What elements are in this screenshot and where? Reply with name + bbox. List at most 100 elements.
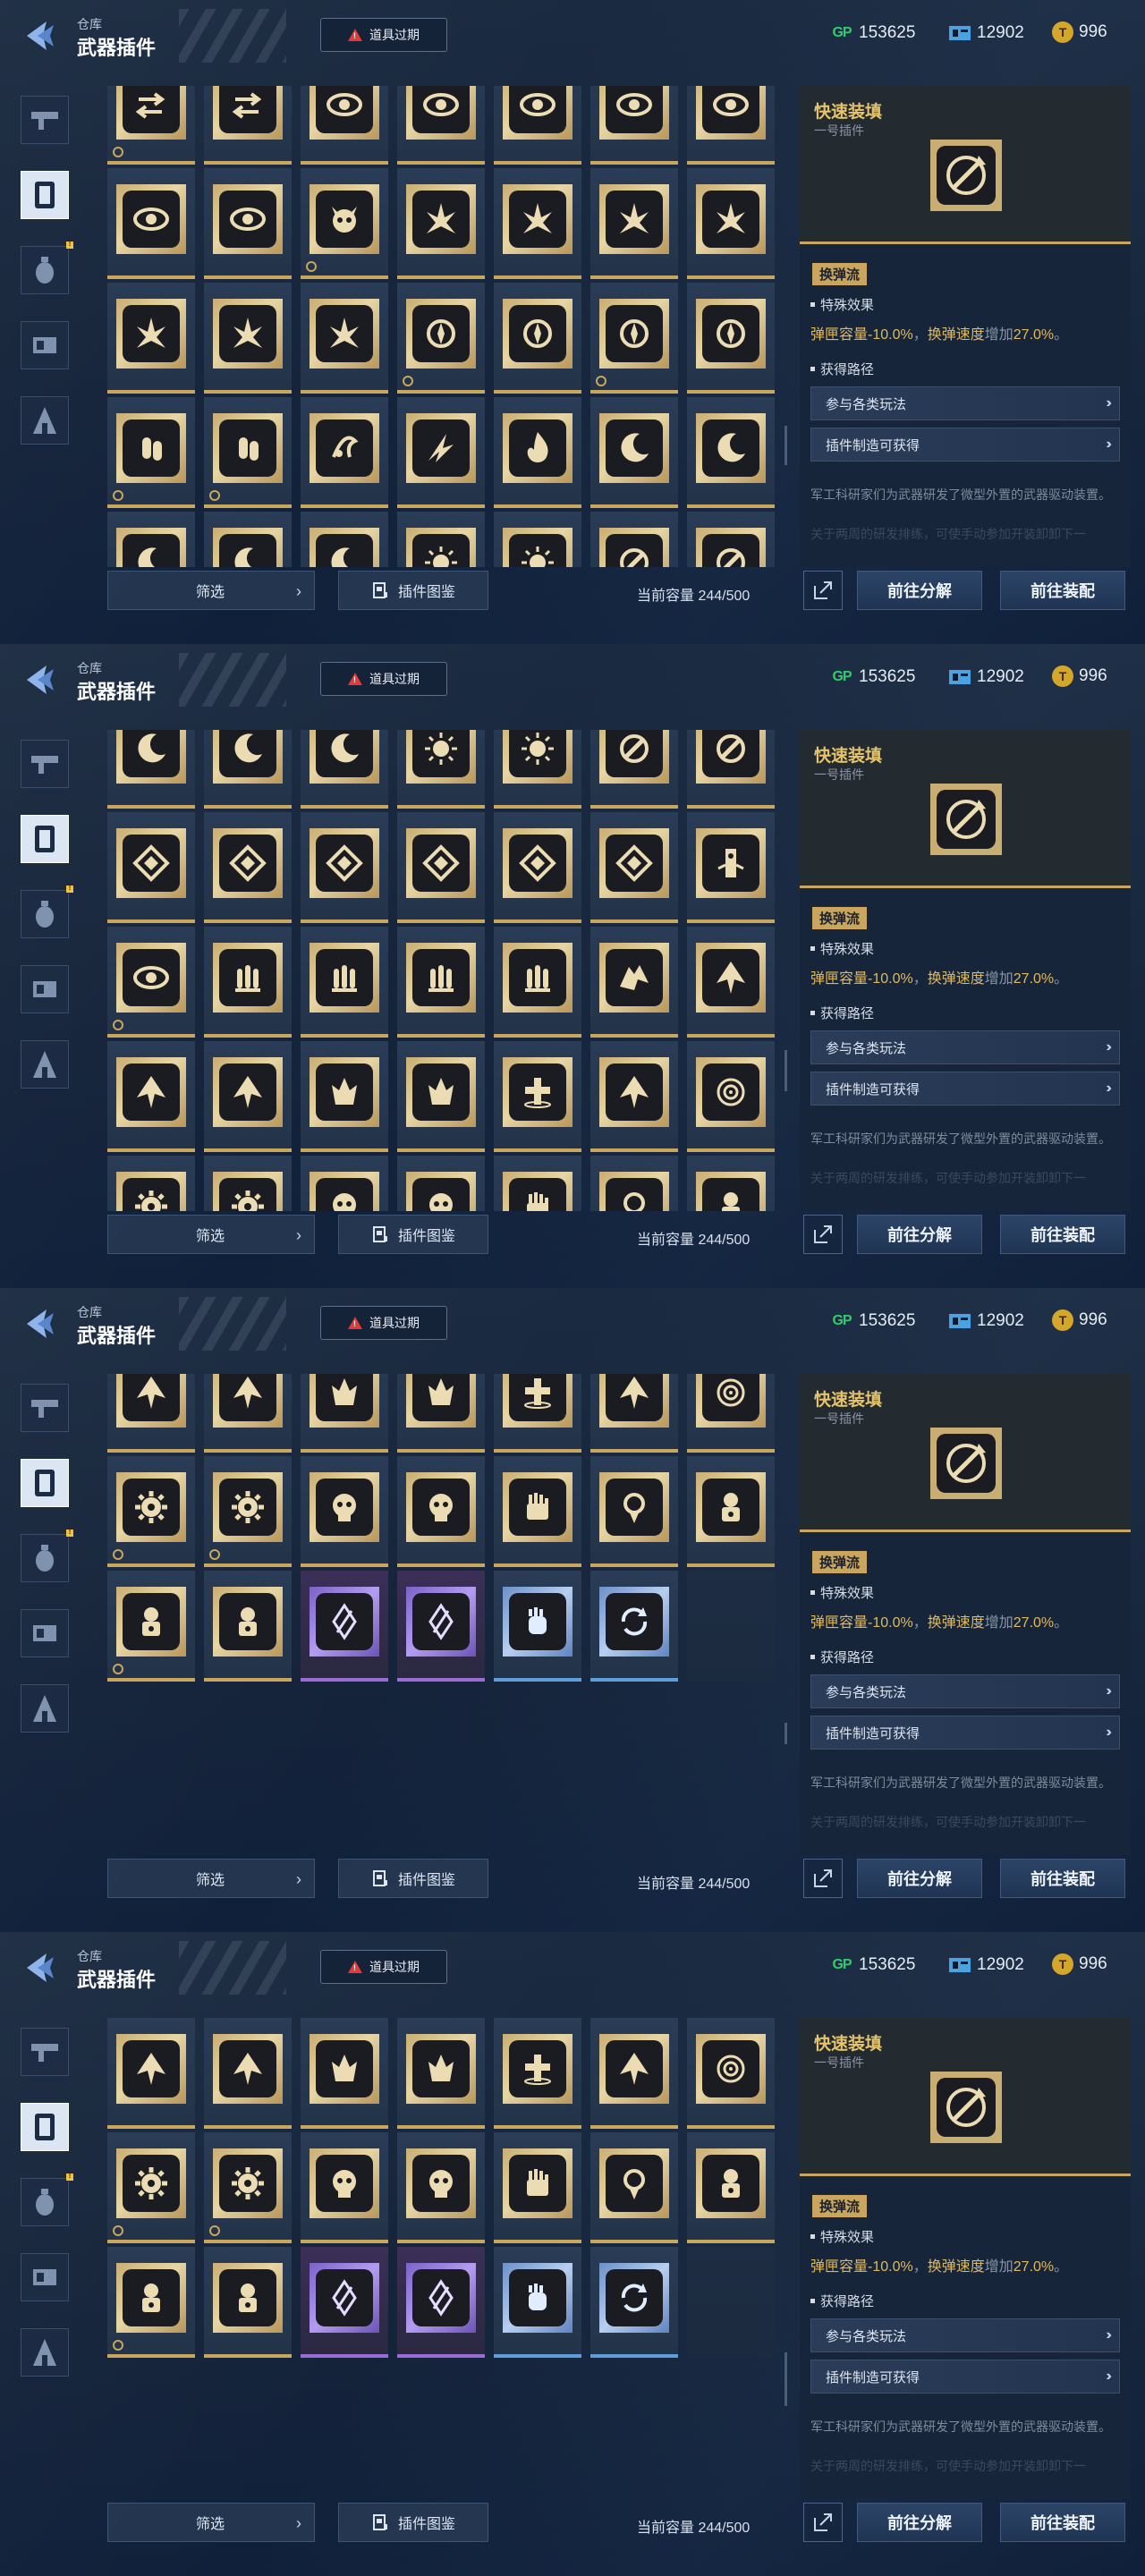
- plugin-slot[interactable]: [687, 397, 775, 508]
- decompose-button[interactable]: 前往分解: [857, 2503, 982, 2542]
- plugin-slot[interactable]: [494, 86, 581, 165]
- expired-items-button[interactable]: ! 道具过期: [320, 18, 447, 52]
- plugin-slot[interactable]: [107, 1374, 195, 1453]
- plugin-slot[interactable]: [107, 2132, 195, 2243]
- back-button[interactable]: [20, 1948, 63, 1987]
- plugin-slot[interactable]: [397, 2132, 485, 2243]
- expired-items-button[interactable]: ! 道具过期: [320, 1306, 447, 1340]
- plugin-slot[interactable]: [204, 2018, 292, 2129]
- plugin-slot[interactable]: [301, 2247, 388, 2358]
- plugin-slot[interactable]: [301, 512, 388, 567]
- plugin-slot[interactable]: [397, 1374, 485, 1453]
- plugin-slot[interactable]: [107, 2247, 195, 2358]
- plugin-slot[interactable]: [494, 812, 581, 923]
- category-tab-gun[interactable]: [14, 733, 75, 794]
- category-tab-plugin[interactable]: [14, 809, 75, 869]
- plugin-slot[interactable]: [397, 86, 485, 165]
- plugin-slot[interactable]: [301, 168, 388, 279]
- category-tab-device[interactable]: [14, 959, 75, 1020]
- plugin-slot[interactable]: [107, 2018, 195, 2129]
- plugin-slot[interactable]: [590, 168, 678, 279]
- obtain-crafting-button[interactable]: 插件制造可获得 ››: [810, 1716, 1120, 1750]
- external-link-button[interactable]: [803, 2503, 843, 2542]
- plugin-slot[interactable]: [397, 168, 485, 279]
- filter-button[interactable]: 筛选 ›: [107, 1859, 315, 1898]
- category-tab-device[interactable]: [14, 315, 75, 376]
- obtain-gameplay-button[interactable]: 参与各类玩法 ››: [810, 1674, 1120, 1708]
- plugin-slot[interactable]: [301, 1374, 388, 1453]
- plugin-slot[interactable]: [590, 2018, 678, 2129]
- category-tab-grenade[interactable]: !: [14, 240, 75, 301]
- plugin-slot[interactable]: [494, 1456, 581, 1567]
- plugin-slot[interactable]: [590, 812, 678, 923]
- expired-items-button[interactable]: ! 道具过期: [320, 662, 447, 696]
- plugin-slot[interactable]: [204, 2247, 292, 2358]
- plugin-slot[interactable]: [397, 1041, 485, 1152]
- plugin-atlas-button[interactable]: 插件图鉴: [338, 1215, 488, 1254]
- plugin-slot[interactable]: [107, 1041, 195, 1152]
- plugin-slot[interactable]: [590, 1456, 678, 1567]
- filter-button[interactable]: 筛选 ›: [107, 2503, 315, 2542]
- obtain-crafting-button[interactable]: 插件制造可获得 ››: [810, 428, 1120, 462]
- filter-button[interactable]: 筛选 ›: [107, 1215, 315, 1254]
- plugin-atlas-button[interactable]: 插件图鉴: [338, 2503, 488, 2542]
- plugin-slot[interactable]: [397, 927, 485, 1038]
- plugin-slot[interactable]: [494, 2018, 581, 2129]
- plugin-slot[interactable]: [204, 2132, 292, 2243]
- plugin-slot[interactable]: [107, 1456, 195, 1567]
- plugin-slot[interactable]: [397, 397, 485, 508]
- plugin-slot[interactable]: [494, 397, 581, 508]
- grid-scrollbar[interactable]: [785, 426, 787, 465]
- obtain-gameplay-button[interactable]: 参与各类玩法 ››: [810, 386, 1120, 420]
- plugin-slot[interactable]: [590, 730, 678, 809]
- category-tab-gun[interactable]: [14, 1377, 75, 1438]
- plugin-atlas-button[interactable]: 插件图鉴: [338, 571, 488, 610]
- plugin-slot[interactable]: [397, 283, 485, 394]
- grid-scrollbar[interactable]: [785, 1723, 787, 1744]
- plugin-slot[interactable]: [107, 512, 195, 567]
- plugin-slot[interactable]: [494, 1156, 581, 1211]
- plugin-slot[interactable]: [204, 397, 292, 508]
- plugin-slot[interactable]: [204, 1156, 292, 1211]
- decompose-button[interactable]: 前往分解: [857, 1215, 982, 1254]
- plugin-slot[interactable]: [107, 1156, 195, 1211]
- plugin-slot[interactable]: [107, 86, 195, 165]
- plugin-slot[interactable]: [301, 1456, 388, 1567]
- filter-button[interactable]: 筛选 ›: [107, 571, 315, 610]
- plugin-slot[interactable]: [687, 168, 775, 279]
- plugin-slot[interactable]: [107, 730, 195, 809]
- plugin-slot[interactable]: [494, 168, 581, 279]
- plugin-slot[interactable]: [590, 397, 678, 508]
- back-button[interactable]: [20, 16, 63, 55]
- category-tab-grenade[interactable]: !: [14, 884, 75, 945]
- plugin-slot[interactable]: [301, 1156, 388, 1211]
- plugin-slot[interactable]: [397, 812, 485, 923]
- plugin-slot[interactable]: [494, 2132, 581, 2243]
- decompose-button[interactable]: 前往分解: [857, 571, 982, 610]
- plugin-slot[interactable]: [494, 2247, 581, 2358]
- back-button[interactable]: [20, 1304, 63, 1343]
- plugin-slot[interactable]: [397, 512, 485, 567]
- plugin-slot[interactable]: [687, 1374, 775, 1453]
- category-tab-character[interactable]: [14, 390, 75, 451]
- plugin-slot[interactable]: [687, 86, 775, 165]
- category-tab-device[interactable]: [14, 1603, 75, 1664]
- plugin-slot[interactable]: [590, 1156, 678, 1211]
- plugin-slot[interactable]: [204, 1571, 292, 1682]
- plugin-slot[interactable]: [687, 2132, 775, 2243]
- plugin-slot[interactable]: [301, 1041, 388, 1152]
- plugin-slot[interactable]: [204, 812, 292, 923]
- plugin-slot[interactable]: [301, 2018, 388, 2129]
- plugin-slot[interactable]: [107, 397, 195, 508]
- plugin-slot[interactable]: [397, 1156, 485, 1211]
- plugin-slot[interactable]: [107, 812, 195, 923]
- plugin-slot[interactable]: [590, 2247, 678, 2358]
- plugin-slot[interactable]: [397, 2018, 485, 2129]
- plugin-slot[interactable]: [494, 927, 581, 1038]
- category-tab-plugin[interactable]: [14, 2097, 75, 2157]
- obtain-crafting-button[interactable]: 插件制造可获得 ››: [810, 2360, 1120, 2394]
- plugin-slot[interactable]: [590, 283, 678, 394]
- equip-button[interactable]: 前往装配: [1000, 571, 1125, 610]
- expired-items-button[interactable]: ! 道具过期: [320, 1950, 447, 1984]
- equip-button[interactable]: 前往装配: [1000, 1215, 1125, 1254]
